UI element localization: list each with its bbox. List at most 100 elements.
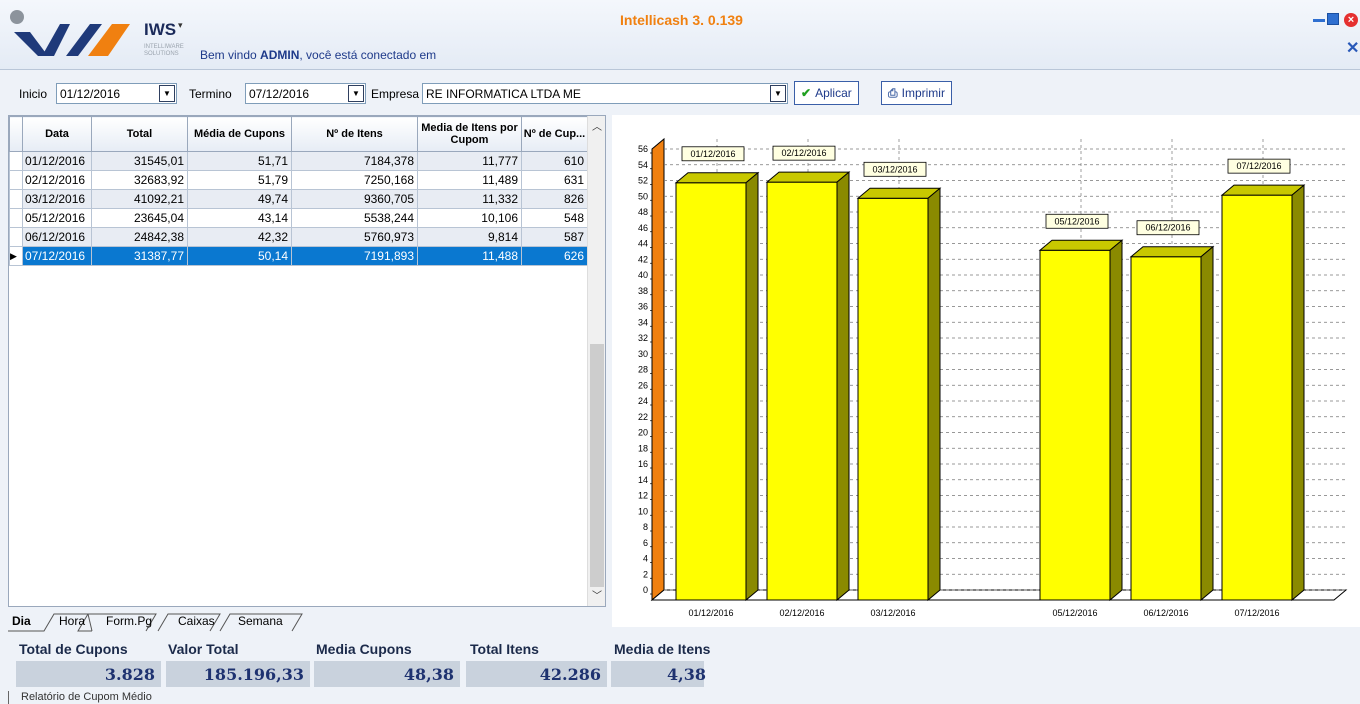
table-cell[interactable]: 9,814 xyxy=(417,227,522,247)
col-header-num-cupons[interactable]: Nº de Cup... xyxy=(521,116,588,152)
table-cell[interactable]: 51,71 xyxy=(187,151,292,171)
table-cell[interactable]: 626 xyxy=(521,246,588,266)
col-header-num-itens[interactable]: Nº de Itens xyxy=(291,116,418,152)
inicio-dropdown-icon[interactable]: ▼ xyxy=(159,85,175,102)
y-tick-label: 48 xyxy=(638,207,648,217)
title-bar: IWS INTELLIWARE SOLUTIONS ▾ Bem vindo AD… xyxy=(0,0,1360,70)
table-row[interactable]: 05/12/2016 23645,04 43,14 5538,244 10,106 548 xyxy=(9,208,588,228)
row-indicator[interactable] xyxy=(9,170,23,190)
scroll-down-icon[interactable]: ﹀ xyxy=(588,587,606,604)
aplicar-button[interactable]: ✔ Aplicar xyxy=(794,81,859,105)
table-row[interactable]: 06/12/2016 24842,38 42,32 5760,973 9,814 587 xyxy=(9,227,588,247)
table-cell[interactable]: 31545,01 xyxy=(91,151,188,171)
table-cell[interactable]: 42,32 xyxy=(187,227,292,247)
table-cell[interactable]: 5538,244 xyxy=(291,208,418,228)
table-row[interactable]: 02/12/2016 32683,92 51,79 7250,168 11,489 631 xyxy=(9,170,588,190)
y-tick-label: 34 xyxy=(638,317,648,327)
table-cell[interactable]: 41092,21 xyxy=(91,189,188,209)
col-header-total[interactable]: Total xyxy=(91,116,188,152)
table-row[interactable]: 03/12/2016 41092,21 49,74 9360,705 11,332 826 xyxy=(9,189,588,209)
table-cell[interactable]: 06/12/2016 xyxy=(22,227,92,247)
y-tick-label: 6 xyxy=(643,538,648,548)
x-tick-label: 01/12/2016 xyxy=(688,608,733,618)
table-cell[interactable]: 01/12/2016 xyxy=(22,151,92,171)
tab-form-pg[interactable]: Form.Pg xyxy=(106,612,152,630)
scroll-up-icon[interactable]: ︿ xyxy=(588,118,606,135)
total-cupons-value: 3.828 xyxy=(16,661,161,687)
table-cell[interactable]: 610 xyxy=(521,151,588,171)
termino-date-field[interactable]: 07/12/2016 ▼ xyxy=(245,83,366,104)
valor-total-value: 185.196,33 xyxy=(166,661,310,687)
empresa-select[interactable]: RE INFORMATICA LTDA ME ▼ xyxy=(422,83,788,104)
table-cell[interactable]: 11,777 xyxy=(417,151,522,171)
table-row[interactable]: 01/12/2016 31545,01 51,71 7184,378 11,777 610 xyxy=(9,151,588,171)
close-button[interactable]: × xyxy=(1344,13,1358,27)
table-cell[interactable]: 05/12/2016 xyxy=(22,208,92,228)
row-indicator[interactable] xyxy=(9,151,23,171)
tab-semana[interactable]: Semana xyxy=(238,612,283,630)
imprimir-label: Imprimir xyxy=(901,86,945,100)
tab-caixas[interactable]: Caixas xyxy=(178,612,215,630)
col-header-media-itens[interactable]: Media de Itens por Cupom xyxy=(417,116,522,152)
table-cell[interactable]: 50,14 xyxy=(187,246,292,266)
empresa-value: RE INFORMATICA LTDA ME xyxy=(426,87,581,101)
table-cell[interactable]: 07/12/2016 xyxy=(22,246,92,266)
col-header-data[interactable]: Data xyxy=(22,116,92,152)
table-row[interactable]: ▶ 07/12/2016 31387,77 50,14 7191,893 11,488 62… xyxy=(9,246,588,266)
table-cell[interactable]: 23645,04 xyxy=(91,208,188,228)
close-tab-icon[interactable]: ✕ xyxy=(1346,38,1359,58)
inicio-date-value: 01/12/2016 xyxy=(60,87,121,101)
bar-side xyxy=(1291,184,1305,602)
grid-scrollbar[interactable]: ︿ ﹀ xyxy=(587,116,605,606)
tab-dia[interactable]: Dia xyxy=(12,612,31,630)
table-cell[interactable]: 7191,893 xyxy=(291,246,418,266)
maximize-button[interactable] xyxy=(1327,13,1339,25)
table-cell[interactable]: 587 xyxy=(521,227,588,247)
total-cupons-label: Total de Cupons xyxy=(19,641,128,657)
menu-dropdown-icon[interactable]: ▾ xyxy=(178,20,183,31)
table-cell[interactable]: 11,488 xyxy=(417,246,522,266)
y-tick-label: 26 xyxy=(638,380,648,390)
imprimir-button[interactable]: ⎙ Imprimir xyxy=(881,81,952,105)
row-indicator[interactable] xyxy=(9,208,23,228)
table-cell[interactable]: 7184,378 xyxy=(291,151,418,171)
bar-top xyxy=(1038,239,1124,251)
table-cell[interactable]: 5760,973 xyxy=(291,227,418,247)
scroll-thumb[interactable] xyxy=(590,344,604,587)
inicio-label: Inicio xyxy=(19,87,48,101)
valor-total-label: Valor Total xyxy=(168,641,239,657)
inicio-date-field[interactable]: 01/12/2016 ▼ xyxy=(56,83,177,104)
table-cell[interactable]: 24842,38 xyxy=(91,227,188,247)
termino-label: Termino xyxy=(189,87,232,101)
y-tick-label: 32 xyxy=(638,333,648,343)
row-indicator[interactable] xyxy=(9,189,23,209)
table-cell[interactable]: 9360,705 xyxy=(291,189,418,209)
table-cell[interactable]: 31387,77 xyxy=(91,246,188,266)
table-cell[interactable]: 11,489 xyxy=(417,170,522,190)
minimize-button[interactable] xyxy=(1313,13,1325,22)
table-cell[interactable]: 548 xyxy=(521,208,588,228)
media-itens-label: Media de Itens xyxy=(614,641,711,657)
termino-dropdown-icon[interactable]: ▼ xyxy=(348,85,364,102)
bar-front xyxy=(857,197,929,601)
table-cell[interactable]: 02/12/2016 xyxy=(22,170,92,190)
table-cell[interactable]: 32683,92 xyxy=(91,170,188,190)
report-tab[interactable]: Relatório de Cupom Médio xyxy=(8,691,152,704)
table-cell[interactable]: 631 xyxy=(521,170,588,190)
table-cell[interactable]: 43,14 xyxy=(187,208,292,228)
table-cell[interactable]: 10,106 xyxy=(417,208,522,228)
row-indicator[interactable] xyxy=(9,227,23,247)
tab-hora[interactable]: Hora xyxy=(59,612,85,630)
y-tick-label: 16 xyxy=(638,459,648,469)
table-cell[interactable]: 11,332 xyxy=(417,189,522,209)
table-cell[interactable]: 03/12/2016 xyxy=(22,189,92,209)
row-indicator[interactable]: ▶ xyxy=(9,246,23,266)
table-cell[interactable]: 49,74 xyxy=(187,189,292,209)
table-cell[interactable]: 826 xyxy=(521,189,588,209)
table-cell[interactable]: 51,79 xyxy=(187,170,292,190)
bar-front xyxy=(1130,256,1202,601)
y-tick-label: 12 xyxy=(638,491,648,501)
empresa-dropdown-icon[interactable]: ▼ xyxy=(770,85,786,102)
table-cell[interactable]: 7250,168 xyxy=(291,170,418,190)
col-header-media-cupons[interactable]: Média de Cupons xyxy=(187,116,292,152)
